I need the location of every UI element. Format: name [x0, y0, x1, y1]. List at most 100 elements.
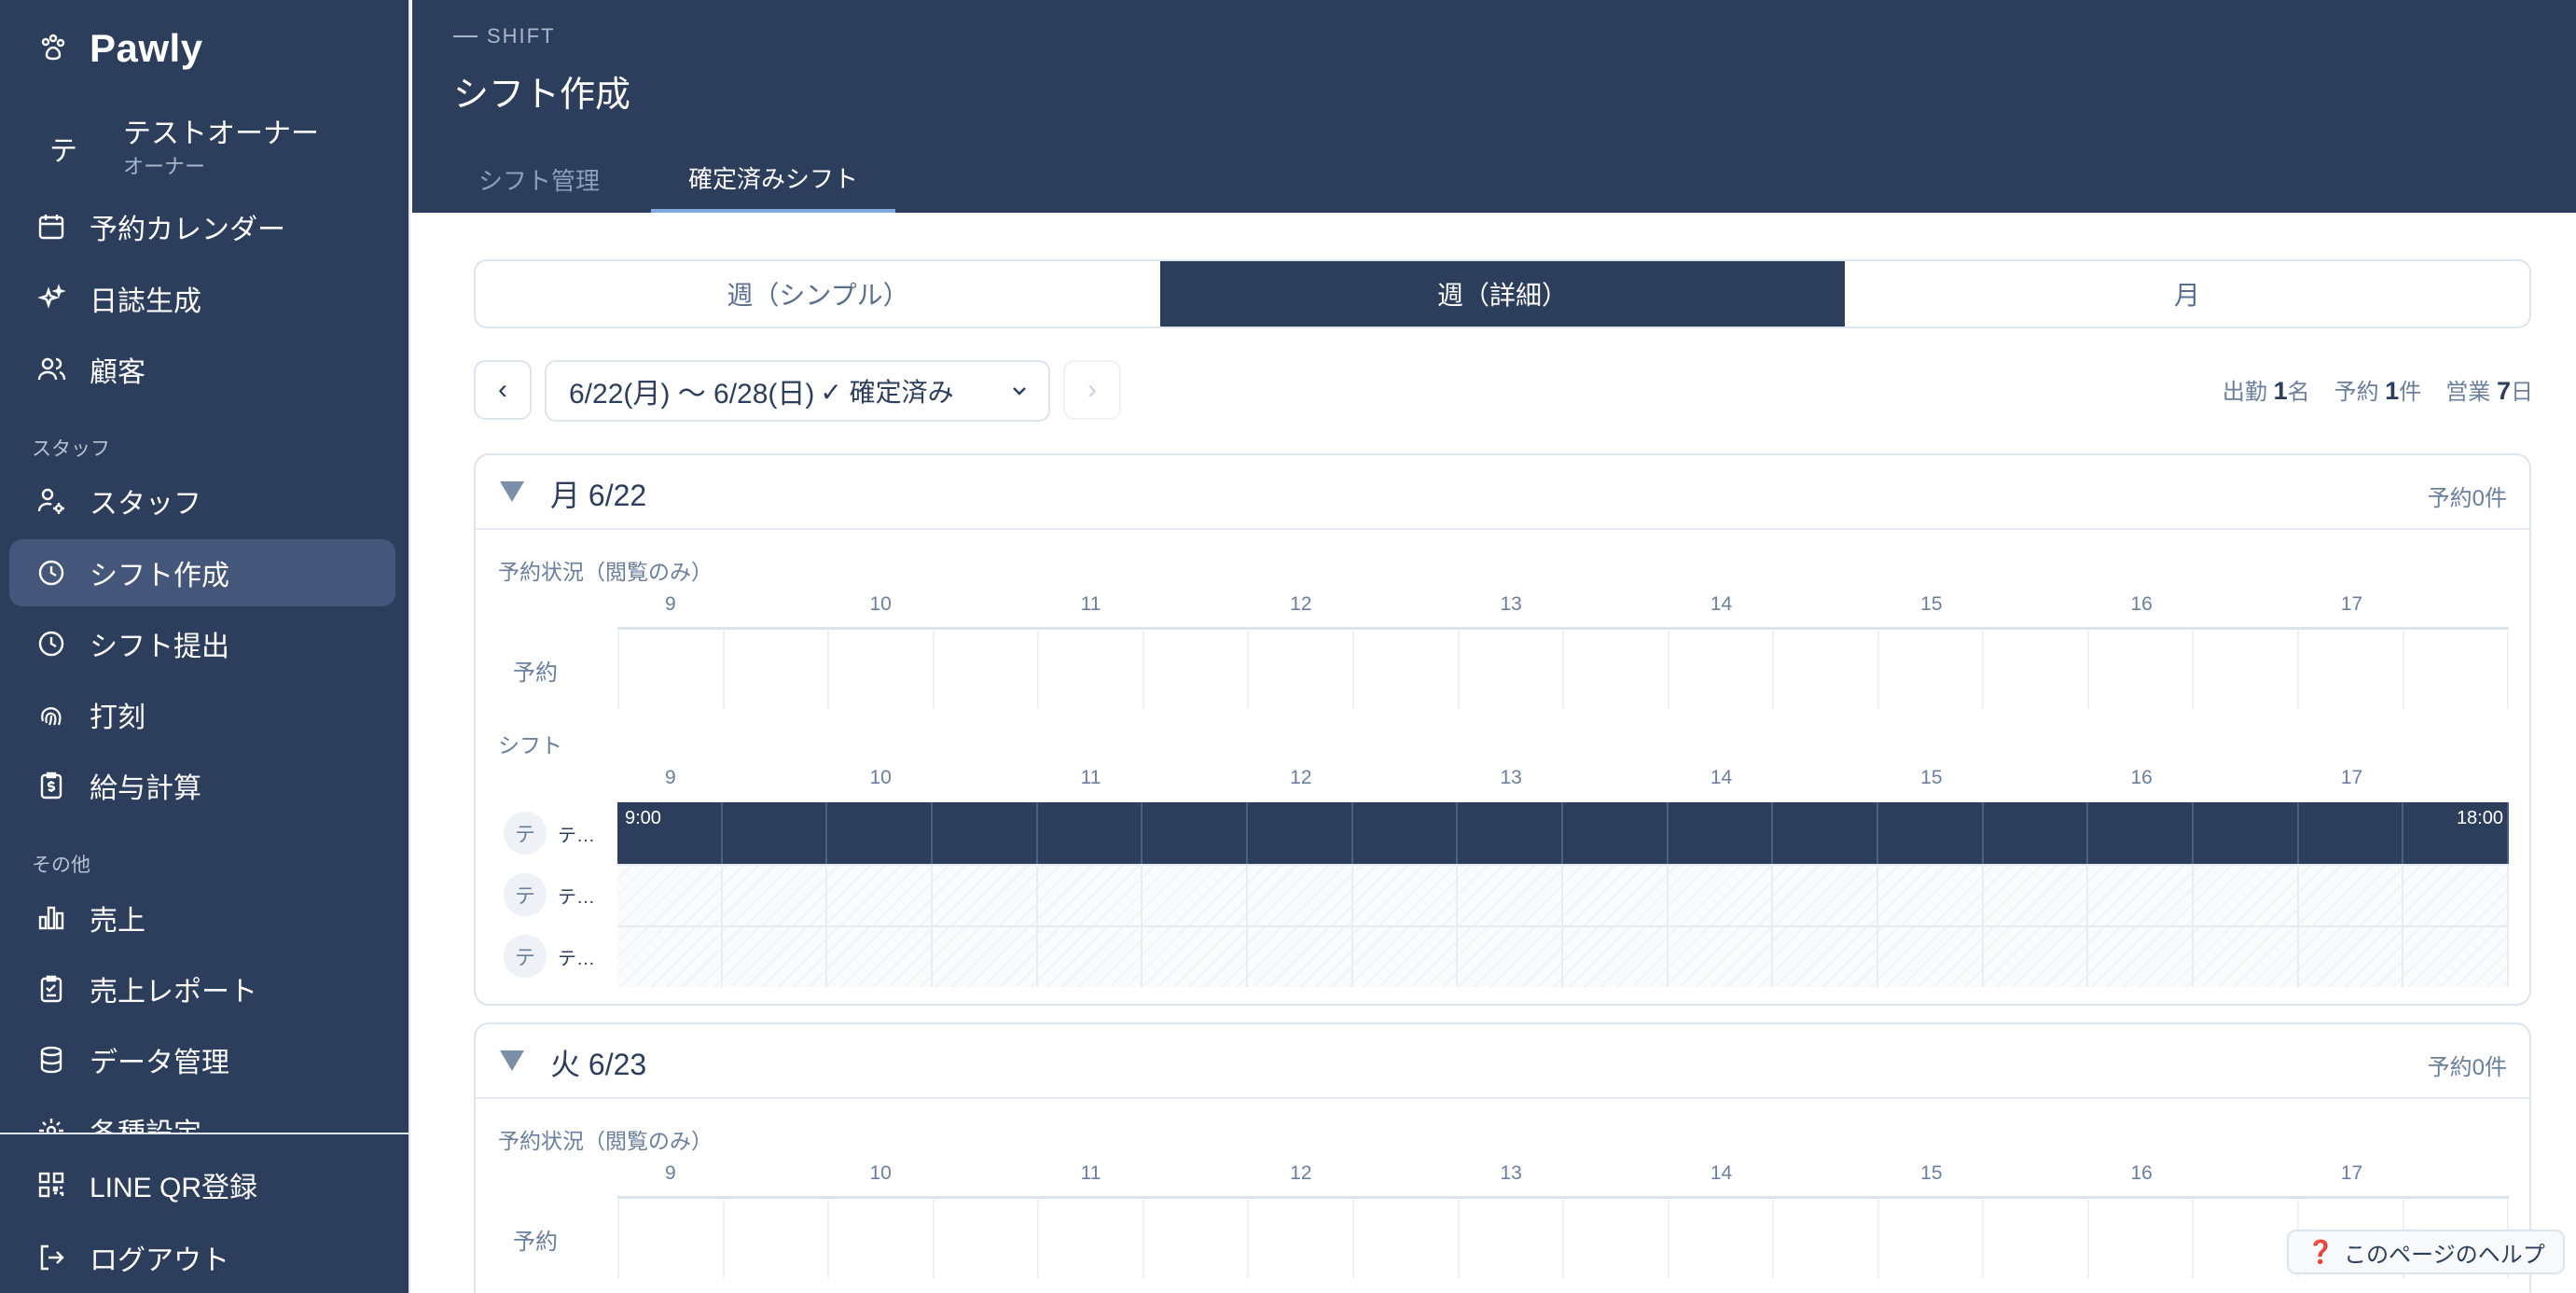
page-eyebrow: SHIFT [453, 24, 556, 49]
view-week-detail[interactable]: 週（詳細） [1160, 261, 1845, 327]
nav-item-shift-create[interactable]: シフト作成 [9, 539, 395, 606]
day-card-header[interactable]: 月 6/22 予約0件 [476, 455, 2529, 530]
grid-cell [617, 631, 725, 709]
hour-label: 12 [1290, 1162, 1312, 1184]
grid-cell [2404, 631, 2510, 709]
booking-row-cells[interactable] [617, 631, 2510, 709]
user-name: テストオーナー [123, 118, 319, 149]
nav-item-staff[interactable]: スタッフ [9, 467, 395, 535]
staff-avatar: テ [504, 935, 547, 978]
nav-section-staff: スタッフ [32, 438, 110, 460]
grid-cell [935, 1200, 1040, 1278]
day-card: 月 6/22 予約0件 予約状況（閲覧のみ） 9 10 11 12 13 14 15 16 17… [474, 453, 2531, 1006]
payroll-icon [40, 772, 62, 799]
nav-item-payroll[interactable]: 給与計算 [9, 752, 395, 819]
hour-label: 11 [1080, 767, 1101, 788]
grid-cell [1773, 927, 1879, 987]
grid-cell [1669, 1200, 1775, 1278]
grid-cell [933, 927, 1038, 987]
grid-cell [2088, 866, 2195, 925]
nav-item-logout[interactable]: ログアウト [9, 1224, 395, 1291]
next-week-button[interactable]: › [1063, 360, 1121, 420]
sidebar-bottom: LINE QR登録 ログアウト [0, 1133, 409, 1293]
hour-label: 9 [664, 767, 676, 788]
grid-cell [2194, 1200, 2299, 1278]
booking-section-label: 予約状況（閲覧のみ） [498, 560, 713, 584]
grid-cell [2194, 866, 2299, 925]
grid-cell [617, 927, 723, 987]
database-icon [40, 1046, 62, 1074]
grid-cell [1460, 1200, 1565, 1278]
grid-cell [1773, 802, 1879, 864]
week-range-select[interactable]: 6/22(月) 〜 6/28(日) ✓ 確定済み [545, 360, 1050, 422]
nav-item-shift-submit[interactable]: シフト提出 [9, 610, 395, 677]
grid-cell [2299, 866, 2404, 925]
nav-item-data-management[interactable]: データ管理 [9, 1026, 395, 1093]
nav-item-journal[interactable]: 日誌生成 [9, 265, 395, 332]
day-card: 火 6/23 予約0件 予約状況（閲覧のみ） 9 10 11 12 13 14 15 16 17… [474, 1022, 2531, 1293]
grid-cell [1669, 866, 1774, 925]
grid-cell [1458, 866, 1564, 925]
grid-cell [723, 802, 828, 864]
hour-label: 12 [1290, 593, 1312, 615]
nav-item-booking-calendar[interactable]: 予約カレンダー [9, 193, 395, 260]
grid-cell [1774, 1200, 1879, 1278]
grid-cell [1563, 866, 1669, 925]
nav-item-label: 売上 [90, 906, 145, 937]
view-month[interactable]: 月 [1845, 261, 2529, 327]
clock-icon [38, 631, 64, 657]
shift-row: テ テ… [498, 925, 2510, 987]
hour-axis-baseline [617, 627, 2509, 630]
view-week-simple[interactable]: 週（シンプル） [476, 261, 1160, 327]
shift-row: テ テ… 9:00 18:00 [498, 802, 2510, 864]
nav-item-sales-report[interactable]: 売上レポート [9, 955, 395, 1022]
grid-cell [1669, 802, 1774, 864]
grid-cell [1564, 631, 1669, 709]
hour-label: 10 [869, 767, 892, 788]
nav-item-label: 給与計算 [90, 773, 201, 804]
hour-axis: 9 10 11 12 13 14 15 16 17 [498, 593, 2509, 619]
hour-axis-baseline [617, 1196, 2509, 1199]
logout-icon [40, 1244, 64, 1271]
hour-label: 16 [2130, 767, 2153, 788]
tab-shift-management[interactable]: シフト管理 [457, 146, 621, 213]
booking-row-label: 予約 [513, 1229, 558, 1255]
hour-label: 16 [2130, 593, 2153, 615]
staff-label: テ テ… [498, 802, 617, 864]
grid-cell [725, 631, 830, 709]
grid-cell [1249, 1200, 1354, 1278]
hour-label: 17 [2340, 767, 2363, 788]
prev-week-button[interactable]: ‹ [474, 360, 532, 420]
brand[interactable]: Pawly [37, 22, 203, 75]
nav-item-customers[interactable]: 顧客 [9, 336, 395, 403]
staff-label: テ テ… [498, 864, 617, 925]
grid-cell [1984, 866, 2089, 925]
hour-label: 13 [1500, 593, 1522, 615]
shift-track-empty[interactable] [617, 925, 2510, 987]
tab-confirmed-shifts[interactable]: 確定済みシフト [651, 146, 895, 213]
hour-label: 15 [1920, 767, 1943, 788]
week-stats: 出勤 1名 予約 1件 営業 7日 [2223, 373, 2533, 406]
week-range-status: ✓ 確定済み [820, 378, 954, 407]
help-button[interactable]: ❓ このページのヘルプ [2287, 1230, 2565, 1274]
day-card-header[interactable]: 火 6/23 予約0件 [476, 1024, 2529, 1099]
shift-bar[interactable] [617, 802, 2510, 864]
nav-item-label: データ管理 [90, 1048, 229, 1078]
nav-item-line-qr[interactable]: LINE QR登録 [9, 1151, 395, 1218]
users-icon [37, 357, 66, 381]
nav-section-other: その他 [32, 855, 90, 876]
shift-track-empty[interactable] [617, 864, 2510, 925]
booking-row-cells[interactable] [617, 1200, 2510, 1278]
user-profile[interactable]: テ テストオーナー オーナー [37, 116, 319, 181]
nav-item-sales[interactable]: 売上 [9, 884, 395, 952]
grid-cell [1669, 631, 1775, 709]
hour-label: 12 [1290, 767, 1312, 788]
week-range-label: 6/22(月) 〜 6/28(日) [569, 379, 815, 410]
shift-end-time: 18:00 [2456, 808, 2503, 828]
grid-cell [829, 631, 935, 709]
hour-label: 14 [1710, 767, 1733, 788]
grid-cell [2194, 802, 2299, 864]
nav-item-timeclock[interactable]: 打刻 [9, 681, 395, 748]
hour-label: 15 [1920, 1162, 1943, 1184]
grid-cell [2088, 927, 2195, 987]
